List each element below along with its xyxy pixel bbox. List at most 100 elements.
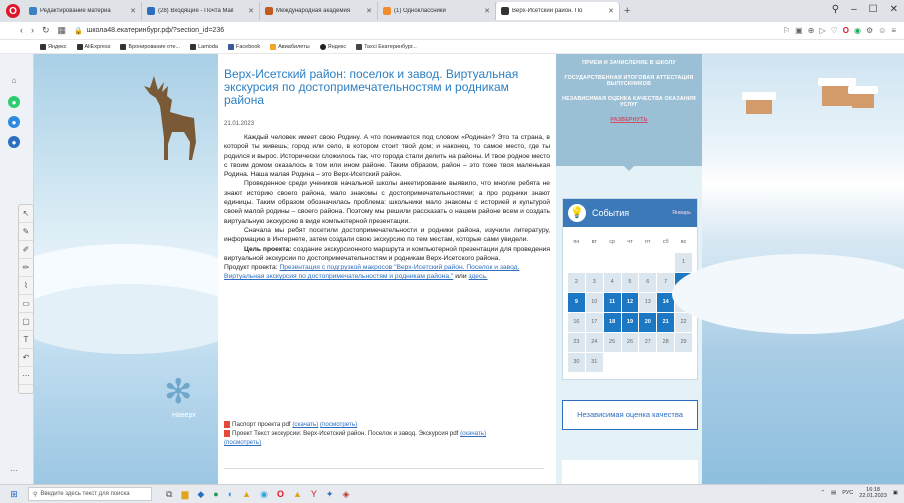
brush-icon[interactable]: ⌇	[19, 277, 33, 295]
bookmark-item[interactable]: Яндекс	[40, 43, 67, 50]
tray-arrow-icon[interactable]: ⌃	[820, 490, 825, 496]
vk-icon[interactable]: ●	[8, 136, 20, 148]
calendar-day[interactable]: 29	[674, 331, 693, 353]
app-icon[interactable]: ◉	[260, 489, 268, 500]
view-link[interactable]: (посмотреть)	[320, 421, 357, 428]
clock[interactable]: 16:18 22.01.2023	[859, 487, 887, 499]
calendar-day[interactable]: 22	[674, 311, 693, 333]
zoom-icon[interactable]: ⊕	[808, 26, 815, 35]
menu-icon[interactable]: ≡	[891, 26, 896, 35]
whatsapp-icon[interactable]: ●	[8, 96, 20, 108]
calendar-day[interactable]: 30	[567, 351, 586, 373]
windows-start-icon[interactable]: ⊞	[6, 489, 22, 500]
forward-icon[interactable]: ›	[31, 25, 34, 36]
close-icon[interactable]: ✕	[248, 7, 254, 15]
bookmark-item[interactable]: Яндекс	[319, 43, 346, 50]
calendar-day[interactable]: 5	[620, 271, 640, 293]
taskbar-search[interactable]: ⚲ Введите здесь текст для поиска	[28, 487, 152, 501]
calendar-day[interactable]: 4	[602, 271, 622, 293]
profile-icon[interactable]: ☺	[878, 26, 886, 35]
pen-icon[interactable]: ✎	[19, 223, 33, 241]
menu-item-admission[interactable]: ПРИЕМ И ЗАЧИСЛЕНИЕ В ШКОЛУ	[556, 60, 702, 66]
close-window-icon[interactable]: ✕	[890, 4, 898, 15]
calendar-day-event[interactable]: 19	[620, 311, 640, 333]
opera-logo-icon[interactable]: O	[6, 4, 20, 18]
tab-mail[interactable]: (28) Входящие - Почта Mail ✕	[142, 2, 260, 20]
url-text[interactable]: школа48.екатеринбург.рф/?section_id=236	[87, 27, 224, 34]
network-icon[interactable]: ▤	[831, 490, 836, 496]
undo-icon[interactable]: ↶	[19, 349, 33, 367]
close-icon[interactable]: ✕	[130, 7, 136, 15]
tab-current[interactable]: Верх-Исетский район. По ✕	[496, 2, 620, 20]
calendar-day[interactable]: 17	[584, 311, 604, 333]
opera-icon[interactable]: O	[843, 26, 849, 35]
calendar-day[interactable]: 31	[584, 351, 604, 373]
settings-icon[interactable]: ⚙	[866, 26, 873, 35]
app-icon[interactable]: ▲	[242, 489, 251, 500]
tab-editing[interactable]: Редактирование материа ✕	[24, 2, 142, 20]
tab-academy[interactable]: Международная академия ✕	[260, 2, 378, 20]
close-icon[interactable]: ✕	[484, 7, 490, 15]
snapshot-icon[interactable]: ▣	[795, 26, 803, 35]
calendar-day[interactable]: 25	[602, 331, 622, 353]
menu-item-quality[interactable]: НЕЗАВИСИМАЯ ОЦЕНКА КАЧЕСТВА ОКАЗАНИЯ УСЛ…	[556, 96, 702, 108]
bookmark-item[interactable]: Бронирование оте...	[120, 43, 180, 50]
calendar-day[interactable]: 24	[584, 331, 604, 353]
calendar-day[interactable]: 13	[638, 291, 658, 313]
tab-ok[interactable]: (1) Одноклассники ✕	[378, 2, 496, 20]
bookmark-item[interactable]: Facebook	[227, 43, 260, 50]
maximize-icon[interactable]: ☐	[869, 4, 878, 15]
minimize-icon[interactable]: –	[851, 4, 857, 15]
url-field[interactable]: 🔒 школа48.екатеринбург.рф/?section_id=23…	[74, 27, 224, 35]
close-icon[interactable]: ✕	[608, 7, 614, 15]
text-icon[interactable]: T	[19, 331, 33, 349]
calendar-day-event[interactable]: 18	[602, 311, 622, 333]
file-explorer-icon[interactable]: ▆	[181, 489, 188, 500]
calendar-day[interactable]: 1	[674, 251, 693, 273]
app-icon[interactable]: ✦	[326, 489, 334, 500]
tiles-icon[interactable]: ▦	[58, 25, 67, 36]
calendar-day[interactable]: 23	[567, 331, 586, 353]
yandex-icon[interactable]: Y	[311, 489, 317, 500]
app-icon[interactable]: ◐	[228, 489, 233, 500]
pointer-icon[interactable]: ↖	[19, 205, 33, 223]
calendar-day[interactable]: 27	[638, 331, 658, 353]
calendar-day-event[interactable]: 21	[656, 311, 676, 333]
back-icon[interactable]: ‹	[20, 25, 23, 36]
home-icon[interactable]: ⌂	[8, 74, 20, 86]
language-indicator[interactable]: РУС	[842, 490, 853, 496]
new-tab-button[interactable]: +	[624, 5, 630, 17]
eraser-icon[interactable]: ▭	[19, 295, 33, 313]
more-icon[interactable]: ⋯	[19, 367, 33, 385]
heart-icon[interactable]: ♡	[831, 26, 838, 35]
calendar-day[interactable]: 28	[656, 331, 676, 353]
menu-item-attestation[interactable]: ГОСУДАРСТВЕННАЯ ИТОГОВАЯ АТТЕСТАЦИЯ ВЫПУ…	[556, 75, 702, 87]
close-icon[interactable]: ✕	[366, 7, 372, 15]
bookmark-item[interactable]: Авиабилеты	[270, 43, 310, 50]
search-tabs-icon[interactable]: ⚲	[832, 4, 839, 15]
play-icon[interactable]: ▷	[819, 26, 825, 35]
notifications-icon[interactable]: ▣	[893, 490, 898, 496]
calendar-day[interactable]: 2	[567, 271, 586, 293]
extension-icon[interactable]: ◉	[854, 26, 861, 35]
marker-icon[interactable]: ✐	[19, 241, 33, 259]
calendar-day[interactable]: 16	[567, 311, 586, 333]
shapes-icon[interactable]: ▢	[19, 313, 33, 331]
calendar-day-event[interactable]: 9	[567, 291, 586, 313]
opera-taskbar-icon[interactable]: O	[277, 489, 284, 500]
quality-assessment-button[interactable]: Независимая оценка качества	[562, 400, 698, 430]
vpn-icon[interactable]: ⚐	[783, 26, 790, 35]
download-link[interactable]: (скачать)	[460, 430, 486, 437]
bookmark-item[interactable]: AliExpress	[76, 43, 110, 50]
calendar-day-event[interactable]: 12	[620, 291, 640, 313]
app-icon[interactable]: ◆	[197, 489, 204, 500]
app-icon[interactable]: ▲	[293, 489, 302, 500]
back-to-top-link[interactable]: Наверх	[172, 412, 196, 419]
more-dots-icon[interactable]: ⋯	[8, 464, 20, 476]
pencil-icon[interactable]: ✏	[19, 259, 33, 277]
calendar-day-event[interactable]: 11	[602, 291, 622, 313]
expand-link[interactable]: РАЗВЕРНУТЬ	[556, 117, 702, 123]
telegram-icon[interactable]: ●	[8, 116, 20, 128]
chrome-icon[interactable]: ●	[213, 489, 218, 500]
task-view-icon[interactable]: ⧉	[166, 489, 172, 500]
